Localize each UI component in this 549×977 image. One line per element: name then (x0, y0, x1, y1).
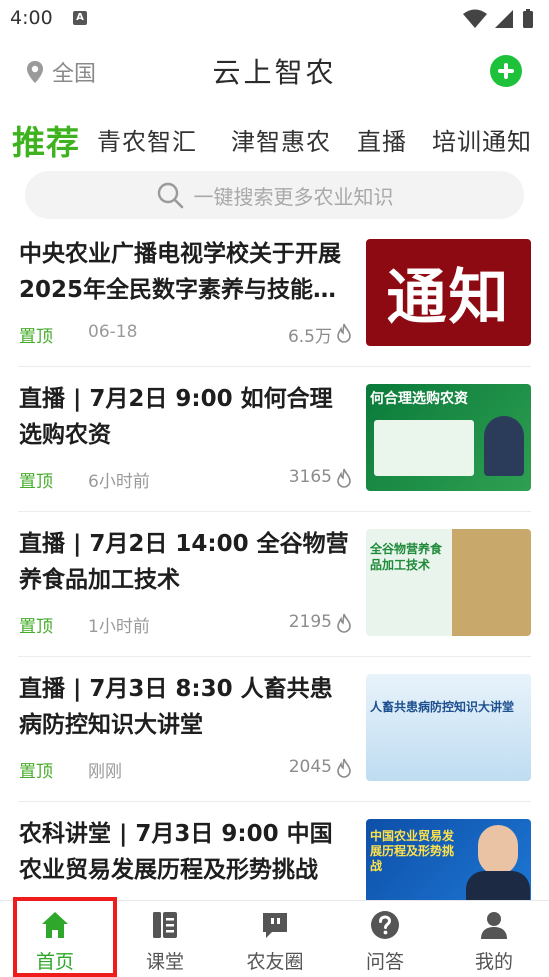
feed-item-thumbnail: 人畜共患病防控知识大讲堂 (366, 674, 531, 781)
chat-quote-icon (263, 913, 287, 938)
nav-profile[interactable]: 我的 (439, 901, 549, 977)
nav-label: 课堂 (145, 951, 184, 973)
home-tab-highlight (13, 897, 117, 977)
feed-item[interactable]: 直播 | 7月3日 8:30 人畜共患病防控知识大讲堂 置顶 刚刚 2045 人… (18, 657, 531, 802)
thumbnail-text: 人畜共患病防控知识大讲堂 (370, 700, 515, 714)
feed-item-thumbnail: 中国农业贸易发展历程及形势挑战 (366, 819, 531, 900)
app-title: 云上智农 (212, 56, 337, 89)
feed-item-meta: 置顶 6小时前 3165 (19, 467, 352, 492)
wifi-icon (463, 9, 487, 28)
tab-qingnong[interactable]: 青农智汇 (97, 122, 197, 157)
nav-label: 问答 (365, 951, 404, 973)
feed-item-views: 3165 (288, 467, 332, 487)
feed-item[interactable]: 农科讲堂 | 7月3日 9:00 中国农业贸易发展历程及形势挑战 中国农业贸易发… (18, 802, 531, 900)
feed-item-time: 06-18 (88, 322, 138, 342)
feed-item-title: 直播 | 7月2日 9:00 如何合理选购农资 (19, 386, 333, 448)
feed-item-time: 1小时前 (88, 617, 150, 637)
pinned-badge: 置顶 (19, 762, 53, 782)
feed-item-title: 直播 | 7月3日 8:30 人畜共患病防控知识大讲堂 (19, 676, 333, 738)
tab-training-notice[interactable]: 培训通知 (432, 122, 532, 157)
nav-label: 我的 (474, 951, 513, 973)
pinned-badge: 置顶 (19, 617, 53, 637)
feed-item-thumbnail: 何合理选购农资 (366, 384, 531, 491)
book-icon (153, 912, 177, 938)
status-icons (463, 9, 533, 28)
feed-item[interactable]: 中央农业广播电视学校关于开展2025年全民数字素养与技能提升月 置顶 06-18… (18, 222, 531, 367)
feed-item-time: 6小时前 (88, 472, 150, 492)
thumbnail-text: 中国农业贸易发展历程及形势挑战 (370, 829, 455, 873)
thumbnail-text: 通知 (386, 263, 511, 333)
user-icon (481, 912, 507, 939)
feed-item-title: 中央农业广播电视学校关于开展2025年全民数字素养与技能提升月 (19, 241, 341, 303)
feed-item-thumbnail: 全谷物营养食品加工技术 (366, 529, 531, 636)
tab-jinzhi[interactable]: 津智惠农 (231, 122, 331, 157)
thumbnail-text: 全谷物营养食品加工技术 (370, 542, 443, 572)
tab-recommend[interactable]: 推荐 (12, 116, 80, 162)
feed-item-views: 6.5万 (287, 327, 332, 347)
tab-live[interactable]: 直播 (357, 122, 407, 157)
feed-item-title: 直播 | 7月2日 14:00 全谷物营养食品加工技术 (19, 531, 349, 593)
nav-qa[interactable]: 问答 (330, 901, 440, 977)
feed-item-meta: 置顶 1小时前 2195 (19, 612, 352, 637)
feed-item-meta: 置顶 06-18 6.5万 (19, 322, 352, 347)
notification-icon: A (73, 11, 87, 25)
nav-community[interactable]: 农友圈 (220, 901, 330, 977)
feed-item-meta: 置顶 刚刚 2045 (19, 757, 352, 782)
search-bar[interactable]: 一键搜索更多农业知识 (25, 171, 524, 219)
feed-item-time: 刚刚 (88, 762, 122, 782)
news-feed: 中央农业广播电视学校关于开展2025年全民数字素养与技能提升月 置顶 06-18… (0, 222, 549, 900)
app-header: 全国 云上智农 (0, 40, 549, 102)
category-tabs: 推荐 青农智汇 津智惠农 直播 培训通知 (0, 112, 549, 162)
status-bar: 4:00 A (0, 0, 549, 38)
feed-item-title: 农科讲堂 | 7月3日 9:00 中国农业贸易发展历程及形势挑战 (19, 821, 333, 883)
feed-item-views: 2045 (288, 757, 332, 777)
thumbnail-text: 何合理选购农资 (370, 391, 468, 407)
feed-item-views: 2195 (288, 612, 332, 632)
fire-icon (337, 323, 351, 343)
nav-classroom[interactable]: 课堂 (110, 901, 220, 977)
signal-icon (495, 10, 513, 28)
feed-item-thumbnail: 通知 (366, 239, 531, 346)
pinned-badge: 置顶 (19, 472, 53, 492)
fire-icon (337, 758, 351, 778)
search-icon (157, 182, 183, 209)
battery-icon (523, 11, 533, 28)
status-time: 4:00 (10, 7, 53, 29)
question-icon (371, 911, 399, 939)
fire-icon (337, 468, 351, 488)
fire-icon (337, 613, 351, 633)
search-placeholder: 一键搜索更多农业知识 (193, 184, 394, 209)
nav-label: 农友圈 (246, 951, 304, 973)
feed-item[interactable]: 直播 | 7月2日 14:00 全谷物营养食品加工技术 置顶 1小时前 2195… (18, 512, 531, 657)
feed-item[interactable]: 直播 | 7月2日 9:00 如何合理选购农资 置顶 6小时前 3165 何合理… (18, 367, 531, 512)
pinned-badge: 置顶 (19, 327, 53, 347)
add-button[interactable] (490, 55, 522, 87)
